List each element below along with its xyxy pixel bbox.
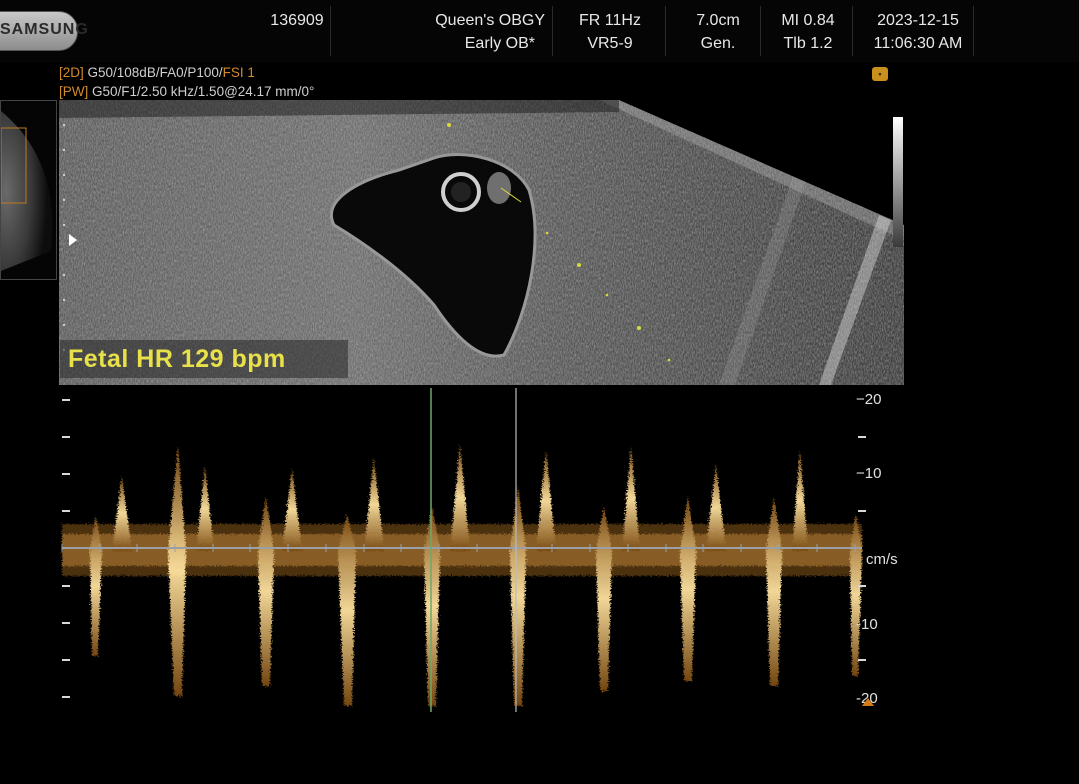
info-pw-line: [PW] G50/F1/2.50 kHz/1.50@24.17 mm/0°	[59, 84, 314, 99]
thermal-index: Tlb 1.2	[783, 35, 833, 52]
info-pw-params: G50/F1/2.50 kHz/1.50@24.17 mm/0°	[88, 84, 315, 99]
probe-name: VR5-9	[587, 35, 633, 52]
doppler-spectrum	[61, 388, 866, 712]
scale-tick-10: 10	[864, 465, 882, 482]
brand-text: SAMSUNG	[0, 21, 89, 38]
header-divider	[973, 6, 974, 56]
info-pw-tag: [PW]	[59, 84, 89, 99]
scale-label-upper: −10	[856, 465, 882, 482]
exam-date: 2023-12-15	[877, 12, 959, 29]
header-divider	[760, 6, 761, 56]
header-divider	[552, 6, 553, 56]
exam-time: 11:06:30 AM	[873, 35, 963, 52]
patient-id: 136909	[270, 12, 324, 29]
gray-scale-bar	[893, 117, 903, 247]
scale-tick-20: 20	[864, 391, 882, 408]
header-divider	[665, 6, 666, 56]
image-mode: Gen.	[700, 35, 736, 52]
fetal-heart-rate-label: Fetal HR 129 bpm	[60, 340, 348, 378]
thumbnail-image	[1, 101, 56, 279]
mechanical-index: MI 0.84	[781, 12, 835, 29]
info-2d-params: G50/108dB/FA0/P100/	[83, 65, 223, 80]
info-2d-line: [2D] G50/108dB/FA0/P100/FSI 1	[59, 65, 255, 80]
header-divider	[852, 6, 853, 56]
baseline-marker-icon	[862, 698, 874, 706]
header-divider	[330, 6, 331, 56]
exam-preset: Early OB*	[464, 35, 535, 52]
scale-label-top: −20	[856, 391, 882, 408]
scale-unit: cm/s	[866, 551, 898, 568]
orientation-marker-icon: ▪	[872, 67, 888, 81]
depth-value: 7.0cm	[696, 12, 740, 29]
institution-name: Queen's OBGY	[435, 12, 545, 29]
scale-tick-neg10: -10	[856, 616, 878, 633]
frame-rate: FR 11Hz	[579, 12, 641, 29]
info-2d-fsi: FSI 1	[222, 65, 255, 80]
reference-thumbnail	[0, 100, 57, 280]
info-2d-tag: [2D]	[59, 65, 84, 80]
